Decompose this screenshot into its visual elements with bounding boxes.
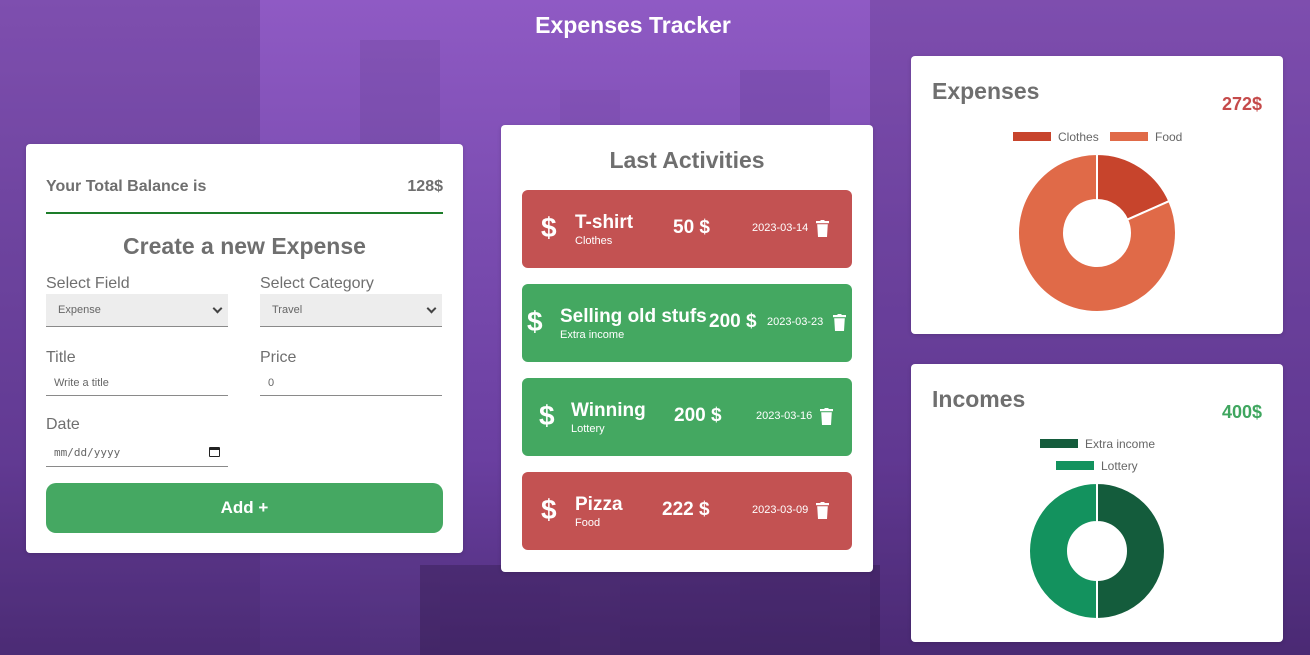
incomes-doughnut-chart: Extra income Lottery [1028, 437, 1166, 621]
field-select-value: Expense [58, 304, 101, 316]
balance-value: 128$ [407, 178, 443, 195]
field-label: Select Field [46, 275, 130, 292]
calendar-icon[interactable] [209, 447, 220, 457]
chart-slice-lottery[interactable] [1028, 481, 1098, 621]
dollar-icon: $ [541, 494, 557, 525]
field-select[interactable]: Expense [46, 294, 228, 327]
legend-label[interactable]: Clothes [1058, 130, 1099, 144]
price-group: Price 0 [260, 349, 442, 396]
chevron-down-icon [426, 303, 437, 313]
trash-icon[interactable] [833, 314, 846, 331]
title-placeholder: Write a title [54, 376, 109, 389]
activity-category: Lottery [571, 423, 605, 435]
activity-item: $ Pizza Food 222 $ 2023-03-09 [522, 472, 852, 550]
form-grid: Select Field Expense Select Category Tra… [46, 275, 443, 467]
app-title: Expenses Tracker [535, 12, 731, 38]
form-title: Create a new Expense [123, 233, 366, 259]
add-button[interactable]: Add + [46, 483, 443, 533]
legend-label[interactable]: Extra income [1085, 437, 1155, 451]
activity-item: $ T-shirt Clothes 50 $ 2023-03-14 [522, 190, 852, 268]
category-label: Select Category [260, 275, 374, 292]
balance-row: Your Total Balance is 128$ [46, 178, 443, 214]
activity-amount: 200 $ [674, 405, 722, 426]
dollar-icon: $ [539, 400, 555, 431]
activity-date: 2023-03-23 [767, 316, 824, 328]
dollar-icon: $ [527, 306, 543, 337]
incomes-chart-card: Incomes 400$ Extra income Lottery [911, 364, 1283, 642]
category-select-value: Travel [272, 304, 303, 316]
activity-category: Food [575, 517, 601, 529]
legend-label[interactable]: Lottery [1101, 459, 1138, 473]
category-group: Select Category Travel [260, 275, 442, 327]
price-label: Price [260, 349, 297, 366]
activity-item: $ Winning Lottery 200 $ 2023-03-16 [522, 378, 852, 456]
expense-form-card: Your Total Balance is 128$ Create a new … [26, 144, 463, 553]
date-label: Date [46, 416, 80, 433]
activity-amount: 50 $ [673, 217, 710, 238]
title-group: Title Write a title [46, 349, 228, 396]
title-input[interactable]: Write a title [46, 370, 228, 396]
trash-icon[interactable] [816, 220, 829, 237]
chart-slice-extra-income[interactable] [1096, 481, 1166, 621]
activity-category: Clothes [575, 235, 613, 247]
activity-item: $ Selling old stufs Extra income 200 $ 2… [522, 284, 852, 362]
legend-swatch[interactable] [1040, 439, 1078, 448]
activity-name: Selling old stufs [560, 306, 707, 327]
expenses-doughnut-chart: Clothes Food [1013, 130, 1182, 313]
trash-icon[interactable] [820, 408, 833, 425]
legend-swatch[interactable] [1110, 132, 1148, 141]
activities-list: $ T-shirt Clothes 50 $ 2023-03-14 $ Sell… [522, 190, 852, 550]
dollar-icon: $ [541, 212, 557, 243]
activity-date: 2023-03-09 [752, 504, 809, 516]
date-placeholder: mm/dd/yyyy [54, 445, 121, 459]
legend-swatch[interactable] [1056, 461, 1094, 470]
activity-name: Pizza [575, 494, 623, 515]
trash-icon[interactable] [816, 502, 829, 519]
activity-date: 2023-03-14 [752, 222, 809, 234]
field-group: Select Field Expense [46, 275, 228, 327]
legend-swatch[interactable] [1013, 132, 1051, 141]
activity-amount: 222 $ [662, 499, 710, 520]
activities-card: Last Activities $ T-shirt Clothes 50 $ 2… [501, 125, 873, 572]
activity-date: 2023-03-16 [756, 410, 813, 422]
chevron-down-icon [212, 303, 223, 313]
date-input[interactable]: mm/dd/yyyy [46, 438, 228, 467]
title-label: Title [46, 349, 76, 366]
date-group: Date mm/dd/yyyy [46, 416, 228, 467]
balance-label: Your Total Balance is [46, 178, 207, 195]
price-input[interactable]: 0 [260, 370, 442, 396]
legend-label[interactable]: Food [1155, 130, 1182, 144]
activity-category: Extra income [560, 329, 625, 341]
price-placeholder: 0 [268, 376, 275, 389]
activity-name: T-shirt [575, 212, 634, 233]
activity-name: Winning [571, 400, 646, 421]
activity-amount: 200 $ [709, 311, 757, 332]
activities-title: Last Activities [609, 147, 765, 173]
category-select[interactable]: Travel [260, 294, 442, 327]
expenses-chart-card: Expenses 272$ Clothes Food [911, 56, 1283, 334]
